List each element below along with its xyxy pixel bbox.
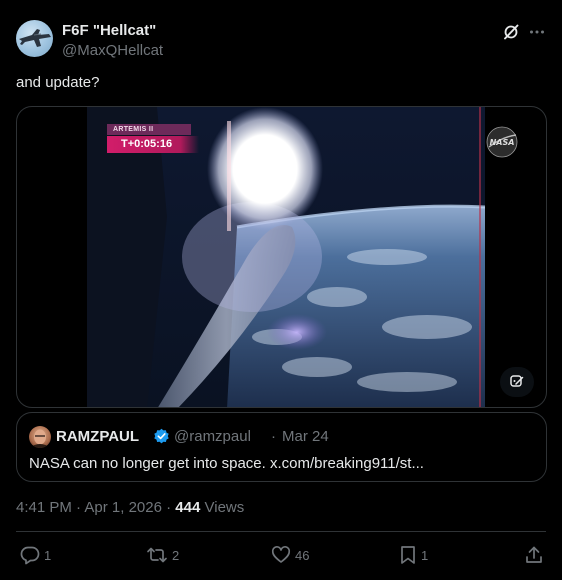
author-names: F6F "Hellcat" @MaxQHellcat (62, 21, 163, 60)
author-handle[interactable]: @MaxQHellcat (62, 41, 163, 60)
author-display-name[interactable]: F6F "Hellcat" (62, 21, 163, 40)
reply-icon (20, 546, 40, 565)
quote-card[interactable]: RAMZPAUL @ramzpaul · Mar 24 NASA can no … (16, 412, 547, 482)
bookmark-count: 1 (421, 547, 429, 563)
mission-label: ARTEMIS II LAUNCH (107, 124, 191, 144)
views-count[interactable]: 444 (175, 499, 200, 516)
nasa-logo-text: NASA (490, 138, 515, 147)
tweet-date[interactable]: Apr 1, 2026 (84, 499, 162, 516)
views-label[interactable]: Views (205, 499, 245, 516)
like-icon (271, 546, 291, 563)
mission-timer: T+0:05:16 (107, 136, 199, 153)
share-icon (526, 546, 542, 563)
divider (16, 531, 546, 532)
quote-text: NASA can no longer get into space. x.com… (29, 455, 424, 472)
reply-button[interactable]: 1 (20, 543, 51, 567)
tweet-time[interactable]: 4:41 PM (16, 499, 72, 516)
share-button[interactable] (524, 543, 544, 567)
verified-icon (153, 428, 170, 445)
like-count: 46 (295, 547, 310, 563)
like-button[interactable]: 46 (271, 543, 309, 567)
video-frame[interactable]: ARTEMIS II LAUNCH T+0:05:16 (87, 107, 485, 407)
repost-count: 2 (172, 547, 180, 563)
mission-badge: ARTEMIS II LAUNCH T+0:05:16 (107, 124, 199, 154)
edit-media-icon (510, 375, 524, 387)
quote-date[interactable]: Mar 24 (282, 427, 329, 446)
quote-avatar[interactable] (29, 426, 51, 448)
author-avatar[interactable] (16, 20, 53, 57)
tweet-header: F6F "Hellcat" @MaxQHellcat (16, 20, 546, 62)
grok-icon[interactable] (502, 23, 520, 41)
bookmark-icon (401, 546, 415, 564)
media-card[interactable]: ARTEMIS II LAUNCH T+0:05:16 NASA (16, 106, 547, 408)
meta-separator: · (76, 499, 82, 516)
bookmark-button[interactable]: 1 (399, 543, 428, 567)
quote-handle: @ramzpaul (174, 428, 251, 445)
tweet-text: and update? (16, 74, 100, 91)
meta-separator: · (166, 499, 172, 516)
reply-count: 1 (44, 547, 52, 563)
tweet-meta: 4:41 PM · Apr 1, 2026 · 444 Views (16, 498, 244, 518)
quote-display-name: RAMZPAUL (56, 428, 140, 445)
more-icon[interactable] (528, 23, 546, 41)
nasa-logo: NASA (485, 125, 519, 159)
repost-icon (147, 547, 167, 563)
action-bar: 1 2 46 1 (16, 543, 546, 567)
quote-separator: · (271, 428, 276, 445)
edit-media-button[interactable] (500, 367, 534, 397)
repost-button[interactable]: 2 (146, 543, 179, 567)
